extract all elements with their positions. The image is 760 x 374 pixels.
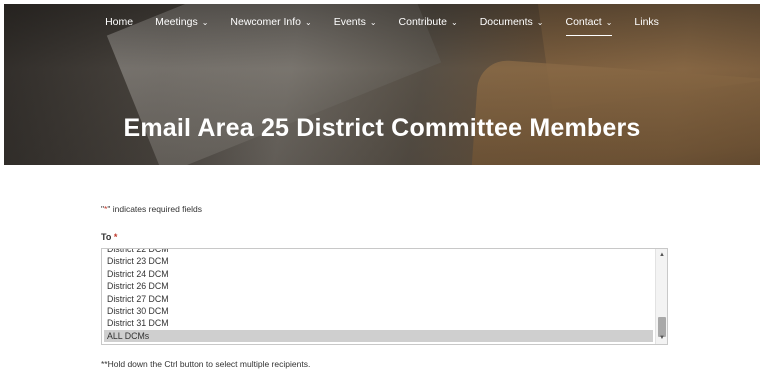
to-field-label: To * bbox=[101, 232, 117, 242]
hero-banner: Home Meetings ⌄ Newcomer Info ⌄ Events ⌄ Contri… bbox=[4, 4, 760, 165]
nav-item-label: Events bbox=[333, 16, 366, 28]
nav-item-label: Newcomer Info bbox=[230, 16, 302, 28]
multiselect-hint: **Hold down the Ctrl button to select mu… bbox=[101, 359, 311, 369]
required-note-text: " indicates required fields bbox=[107, 204, 203, 214]
nav-item-label: Home bbox=[105, 16, 134, 28]
chevron-down-icon: ⌄ bbox=[201, 17, 209, 27]
nav-item-label: Contribute bbox=[398, 16, 447, 28]
recipient-option[interactable]: District 27 DCM bbox=[104, 293, 653, 305]
chevron-down-icon: ⌄ bbox=[605, 17, 613, 27]
nav-item-label: Links bbox=[634, 16, 659, 28]
recipient-option[interactable]: District 23 DCM bbox=[104, 255, 653, 267]
nav-item-label: Contact bbox=[565, 16, 602, 28]
recipient-option[interactable]: District 31 DCM bbox=[104, 317, 653, 329]
nav-item-contact[interactable]: Contact ⌄ bbox=[555, 4, 624, 40]
recipient-option[interactable]: District 22 DCM bbox=[104, 249, 653, 255]
nav-item-links[interactable]: Links bbox=[623, 4, 670, 40]
nav-item-label: Documents bbox=[479, 16, 533, 28]
nav-item-meetings[interactable]: Meetings ⌄ bbox=[144, 4, 219, 40]
required-fields-note: "*" indicates required fields bbox=[101, 204, 202, 214]
required-star: * bbox=[113, 232, 118, 242]
nav-item-newcomer-info[interactable]: Newcomer Info ⌄ bbox=[219, 4, 322, 40]
nav-item-contribute[interactable]: Contribute ⌄ bbox=[388, 4, 469, 40]
chevron-down-icon: ⌄ bbox=[536, 17, 544, 27]
recipient-option[interactable]: District 30 DCM bbox=[104, 305, 653, 317]
nav-item-home[interactable]: Home bbox=[94, 4, 144, 40]
page-title: Email Area 25 District Committee Members bbox=[123, 114, 641, 142]
recipient-multiselect[interactable]: District 22 DCM District 23 DCM District 2… bbox=[101, 248, 668, 345]
main-navigation: Home Meetings ⌄ Newcomer Info ⌄ Events ⌄ Contri… bbox=[4, 4, 760, 40]
chevron-down-icon: ⌄ bbox=[305, 17, 312, 27]
recipient-options: District 22 DCM District 23 DCM District 2… bbox=[104, 249, 653, 343]
nav-item-events[interactable]: Events ⌄ bbox=[323, 4, 388, 40]
recipient-option[interactable]: District 26 DCM bbox=[104, 280, 653, 292]
select-scrollbar[interactable]: ▲ ▼ bbox=[655, 249, 667, 344]
recipient-option[interactable]: District 24 DCM bbox=[104, 268, 653, 280]
to-label-text: To bbox=[101, 232, 112, 242]
chevron-down-icon: ⌄ bbox=[369, 17, 377, 27]
chevron-down-icon: ⌄ bbox=[450, 17, 458, 27]
recipient-option[interactable]: ALL DCMs bbox=[104, 329, 653, 343]
scroll-up-arrow-icon[interactable]: ▲ bbox=[656, 250, 667, 260]
scroll-down-arrow-icon[interactable]: ▼ bbox=[656, 333, 667, 343]
nav-item-label: Meetings bbox=[155, 16, 198, 28]
nav-item-documents[interactable]: Documents ⌄ bbox=[469, 4, 555, 40]
